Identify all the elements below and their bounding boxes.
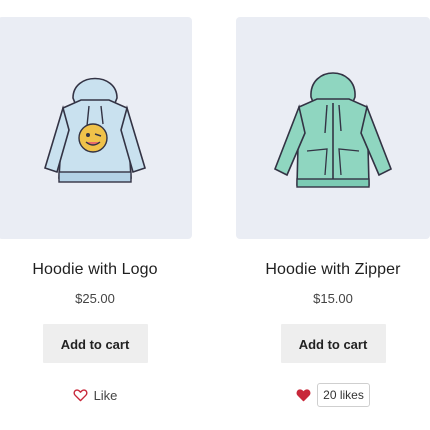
like-label: Like: [93, 387, 118, 403]
add-to-cart-button[interactable]: Add to cart: [280, 324, 386, 363]
likes-count-badge: 20 likes: [317, 383, 370, 407]
heart-filled-icon[interactable]: [296, 388, 311, 402]
heart-outline-icon: [73, 388, 88, 402]
hoodie-with-logo-image: [44, 77, 146, 183]
product-title[interactable]: Hoodie with Zipper: [236, 261, 430, 279]
product-image[interactable]: [236, 17, 430, 239]
product-price: $25.00: [75, 291, 115, 306]
product-card-hoodie-with-logo: Hoodie with Logo $25.00 Add to cart Like: [0, 0, 192, 408]
product-title[interactable]: Hoodie with Logo: [0, 261, 192, 279]
like-button[interactable]: 20 likes: [236, 382, 430, 408]
product-image[interactable]: [0, 17, 192, 239]
add-to-cart-button[interactable]: Add to cart: [42, 324, 148, 363]
product-price: $15.00: [313, 291, 353, 306]
like-button[interactable]: Like: [0, 382, 192, 408]
product-card-hoodie-with-zipper: Hoodie with Zipper $15.00 Add to cart 20…: [236, 0, 430, 408]
hoodie-with-zipper-image: [273, 72, 393, 188]
